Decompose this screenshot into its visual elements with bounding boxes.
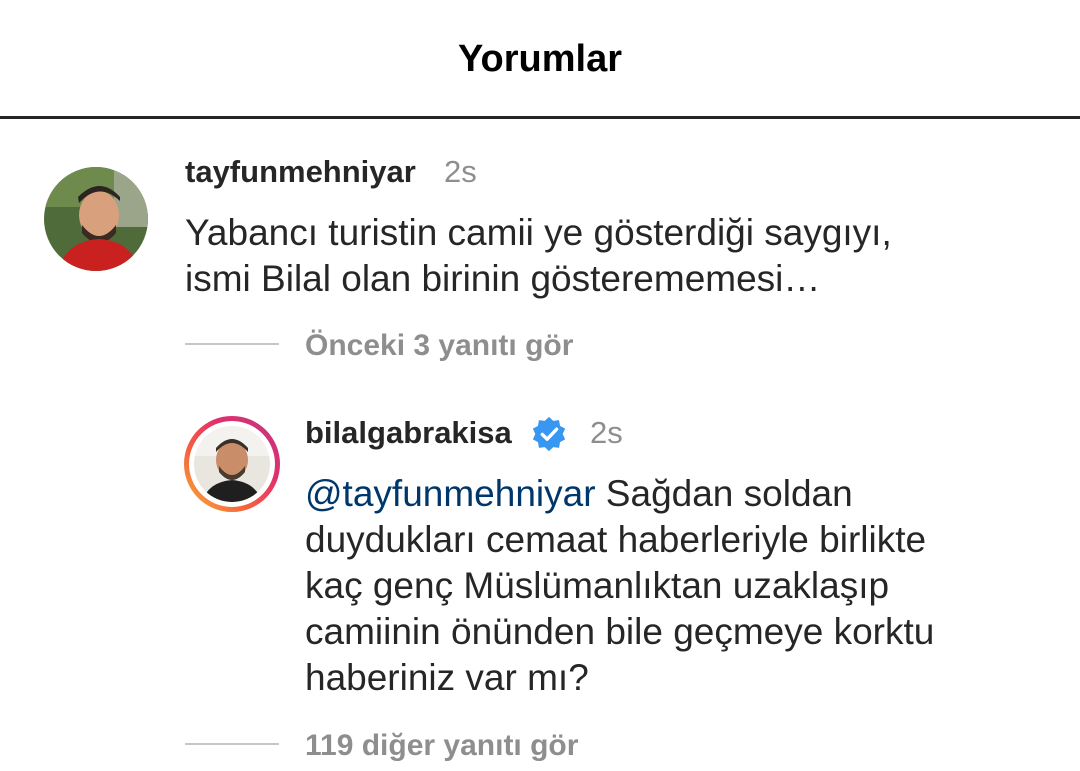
comment-text-line: ismi Bilal olan birinin gösterememesi… — [185, 258, 821, 299]
reply-text-line: haberiniz var mı? — [305, 657, 589, 698]
replies-divider — [185, 343, 279, 345]
reply-timestamp: 2s — [590, 415, 623, 450]
reply-text-line: kaç genç Müslümanlıktan uzaklaşıp — [305, 565, 890, 606]
comment-timestamp: 2s — [444, 154, 477, 189]
reply-text-line: duydukları cemaat haberleriyle birlikte — [305, 519, 927, 560]
replies-divider — [185, 743, 279, 745]
reply-text-line: camiinin önünden bile geçmeye korktu — [305, 611, 935, 652]
comment-text-line: Yabancı turistin camii ye gösterdiği say… — [185, 212, 892, 253]
view-previous-replies-link[interactable]: Önceki 3 yanıtı gör — [305, 329, 573, 363]
reply-username[interactable]: bilalgabrakisa — [305, 415, 512, 451]
mention-link[interactable]: @tayfunmehniyar — [305, 473, 596, 514]
comments-header: Yorumlar — [0, 0, 1080, 119]
profile-photo-icon — [194, 426, 270, 502]
view-more-replies-link[interactable]: 119 diğer yanıtı gör — [305, 729, 578, 763]
avatar[interactable] — [194, 426, 270, 502]
comment-username[interactable]: tayfunmehniyar — [185, 154, 416, 190]
profile-photo-icon — [44, 167, 148, 271]
reply-text-line: @tayfunmehniyar Sağdan soldan — [305, 471, 853, 517]
page-title: Yorumlar — [457, 38, 622, 80]
reply-text-segment: Sağdan soldan — [595, 473, 853, 514]
avatar[interactable] — [44, 167, 148, 271]
verified-badge-icon — [532, 416, 566, 452]
